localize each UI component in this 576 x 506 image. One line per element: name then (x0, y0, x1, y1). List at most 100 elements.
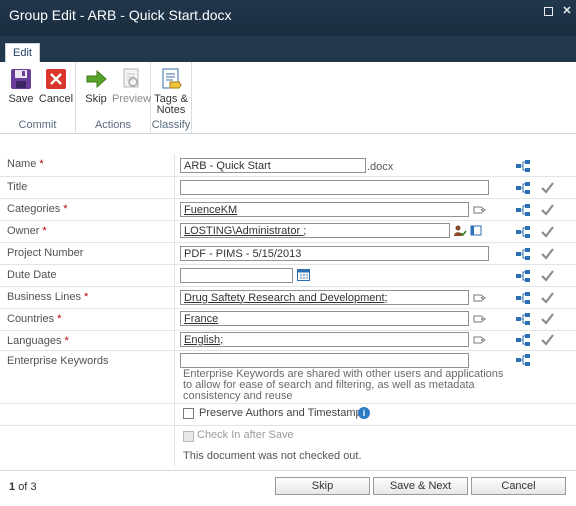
row-business-lines: Business Lines * (0, 287, 576, 309)
check-in-label: Check In after Save (197, 429, 294, 441)
managed-metadata-icon[interactable] (516, 313, 530, 326)
close-icon[interactable]: ✕ (561, 5, 573, 17)
countries-label: Countries * (7, 313, 62, 325)
managed-metadata-icon[interactable] (516, 354, 530, 367)
name-suffix: .docx (367, 161, 394, 173)
browse-tags-icon[interactable] (473, 204, 486, 215)
preserve-authors-checkbox[interactable] (183, 408, 194, 419)
checkmark-icon[interactable] (541, 226, 554, 238)
maximize-icon[interactable] (544, 7, 553, 16)
languages-label: Languages * (7, 335, 69, 347)
ribbon-group-label: Classify (151, 119, 191, 131)
row-categories: Categories * (0, 199, 576, 221)
preview-icon (120, 68, 142, 90)
cancel-button[interactable]: Cancel (38, 66, 74, 114)
row-languages: Languages * (0, 331, 576, 351)
calendar-icon[interactable] (297, 269, 310, 281)
ribbon-group-commit: Save Cancel Commit (0, 62, 76, 134)
row-title: Title (0, 177, 576, 199)
check-names-icon[interactable] (454, 225, 467, 237)
enterprise-keywords-label: Enterprise Keywords (7, 355, 109, 367)
preserve-authors-label: Preserve Authors and Timestamps (199, 407, 368, 419)
enterprise-keywords-input[interactable] (180, 353, 469, 368)
business-lines-input[interactable] (180, 290, 469, 305)
name-label: Name * (7, 158, 44, 170)
managed-metadata-icon[interactable] (516, 160, 530, 173)
skip-button[interactable]: Skip (78, 66, 114, 114)
tags-notes-icon (160, 68, 182, 90)
row-project-number: Project Number (0, 243, 576, 265)
checkmark-icon[interactable] (541, 204, 554, 216)
browse-tags-icon[interactable] (473, 292, 486, 303)
row-dute-date: Dute Date (0, 265, 576, 287)
row-preserve-authors: Preserve Authors and Timestamps i (0, 404, 576, 426)
skip-label: Skip (85, 93, 107, 105)
cancel-x-icon (45, 68, 67, 90)
skip-footer-button[interactable]: Skip (275, 477, 370, 495)
save-disk-icon (10, 68, 32, 90)
row-name: Name* .docx (0, 154, 576, 177)
pager-current: 1 (9, 481, 16, 493)
ribbon-group-label: Commit (18, 119, 57, 131)
checkmark-icon[interactable] (541, 313, 554, 325)
managed-metadata-icon[interactable] (516, 248, 530, 261)
countries-input[interactable] (180, 311, 469, 326)
managed-metadata-icon[interactable] (516, 182, 530, 195)
row-owner: Owner * (0, 221, 576, 243)
categories-input[interactable] (180, 202, 469, 217)
window-titlebar: Group Edit - ARB - Quick Start.docx ✕ (0, 0, 576, 36)
check-in-note: This document was not checked out. (183, 450, 362, 462)
browse-tags-icon[interactable] (473, 334, 486, 345)
ribbon-tabstrip: Edit (0, 36, 576, 63)
window-title: Group Edit - ARB - Quick Start.docx (9, 7, 232, 23)
languages-input[interactable] (180, 332, 469, 347)
cancel-label: Cancel (38, 93, 74, 105)
cancel-footer-button[interactable]: Cancel (471, 477, 566, 495)
skip-arrow-icon (85, 68, 107, 90)
browse-tags-icon[interactable] (473, 313, 486, 324)
save-label: Save (8, 93, 34, 105)
business-lines-label: Business Lines * (7, 291, 89, 303)
row-countries: Countries * (0, 309, 576, 331)
checkmark-icon[interactable] (541, 270, 554, 282)
checkmark-icon[interactable] (541, 248, 554, 260)
preview-label: Preview (112, 93, 152, 105)
ribbon-group-classify: Tags & Notes Classify (151, 62, 192, 134)
ribbon-group-actions: Skip Preview Actions (76, 62, 151, 134)
check-in-checkbox[interactable] (183, 431, 194, 442)
address-book-icon[interactable] (470, 225, 482, 236)
row-check-in: Check In after Save This document was no… (0, 426, 576, 466)
categories-label: Categories * (7, 203, 68, 215)
tags-notes-button[interactable]: Tags & Notes (153, 66, 189, 116)
ribbon: Save Cancel Commit Skip Preview Actions (0, 62, 576, 134)
managed-metadata-icon[interactable] (516, 334, 530, 347)
tab-edit[interactable]: Edit (5, 43, 40, 63)
project-number-label: Project Number (7, 247, 84, 259)
managed-metadata-icon[interactable] (516, 292, 530, 305)
dute-date-input[interactable] (180, 268, 293, 283)
managed-metadata-icon[interactable] (516, 226, 530, 239)
pager-total: 3 (30, 481, 37, 493)
title-input[interactable] (180, 180, 489, 195)
save-next-button[interactable]: Save & Next (373, 477, 468, 495)
save-button[interactable]: Save (3, 66, 39, 114)
managed-metadata-icon[interactable] (516, 270, 530, 283)
project-number-input[interactable] (180, 246, 489, 261)
pager-of: of (18, 481, 28, 493)
owner-input[interactable] (180, 223, 450, 238)
dute-date-label: Dute Date (7, 269, 57, 281)
enterprise-keywords-help: Enterprise Keywords are shared with othe… (183, 368, 504, 402)
checkmark-icon[interactable] (541, 182, 554, 194)
preview-button[interactable]: Preview (112, 66, 152, 114)
owner-label: Owner * (7, 225, 47, 237)
name-input[interactable] (180, 158, 366, 173)
ribbon-group-label: Actions (94, 119, 132, 131)
checkmark-icon[interactable] (541, 334, 554, 346)
tags-notes-label-2: Notes (156, 104, 186, 116)
title-label: Title (7, 181, 28, 193)
info-icon[interactable]: i (358, 407, 370, 419)
checkmark-icon[interactable] (541, 292, 554, 304)
managed-metadata-icon[interactable] (516, 204, 530, 217)
footer-bar: 1 of 3 Skip Save & Next Cancel (0, 470, 576, 506)
pager: 1 of 3 (9, 481, 37, 493)
